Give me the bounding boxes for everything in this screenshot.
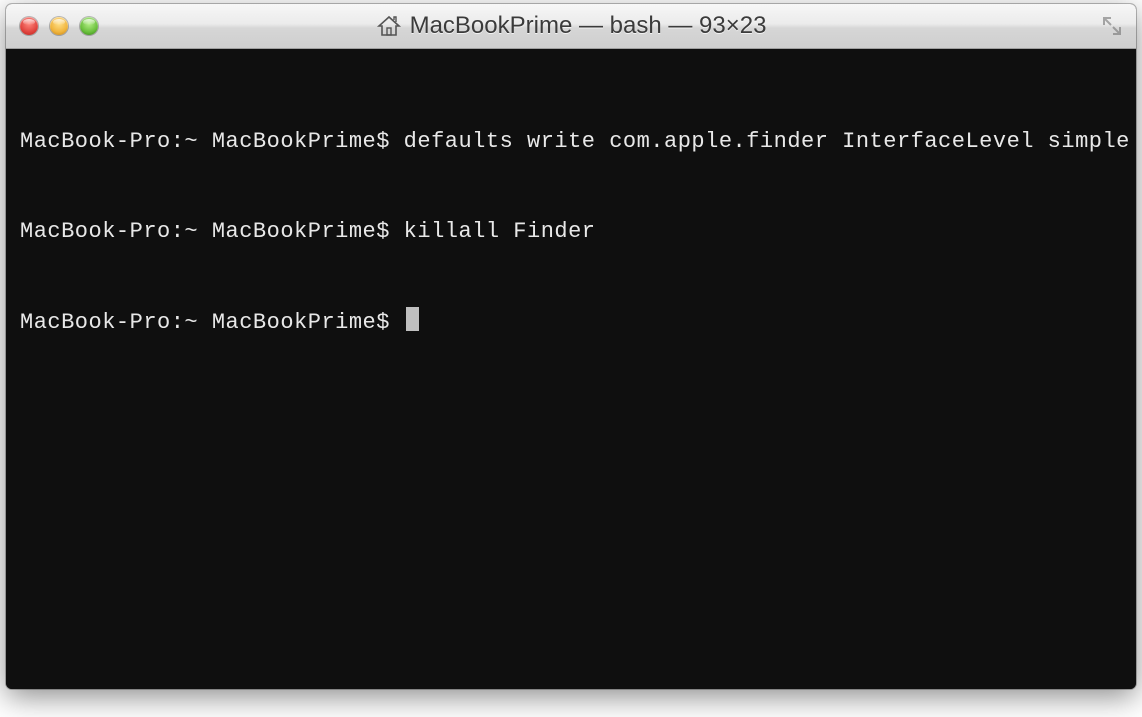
prompt: MacBook-Pro:~ MacBookPrime$ — [20, 310, 404, 335]
terminal-line: MacBook-Pro:~ MacBookPrime$ killall Find… — [20, 217, 1122, 247]
titlebar[interactable]: MacBookPrime — bash — 93×23 — [6, 4, 1136, 49]
command-text: defaults write com.apple.finder Interfac… — [404, 129, 1130, 154]
traffic-lights — [6, 17, 98, 35]
terminal-output[interactable]: MacBook-Pro:~ MacBookPrime$ defaults wri… — [6, 49, 1136, 689]
terminal-line: MacBook-Pro:~ MacBookPrime$ defaults wri… — [20, 127, 1122, 157]
terminal-line: MacBook-Pro:~ MacBookPrime$ — [20, 307, 1122, 338]
home-icon — [376, 14, 402, 38]
cursor — [406, 307, 419, 331]
zoom-button[interactable] — [80, 17, 98, 35]
close-button[interactable] — [20, 17, 38, 35]
command-text: killall Finder — [404, 219, 596, 244]
window-title-text: MacBookPrime — bash — 93×23 — [410, 12, 767, 40]
fullscreen-button[interactable] — [1098, 12, 1126, 40]
terminal-window: MacBookPrime — bash — 93×23 MacBook-Pro:… — [6, 4, 1136, 689]
prompt: MacBook-Pro:~ MacBookPrime$ — [20, 219, 404, 244]
minimize-button[interactable] — [50, 17, 68, 35]
prompt: MacBook-Pro:~ MacBookPrime$ — [20, 129, 404, 154]
window-title: MacBookPrime — bash — 93×23 — [6, 12, 1136, 40]
